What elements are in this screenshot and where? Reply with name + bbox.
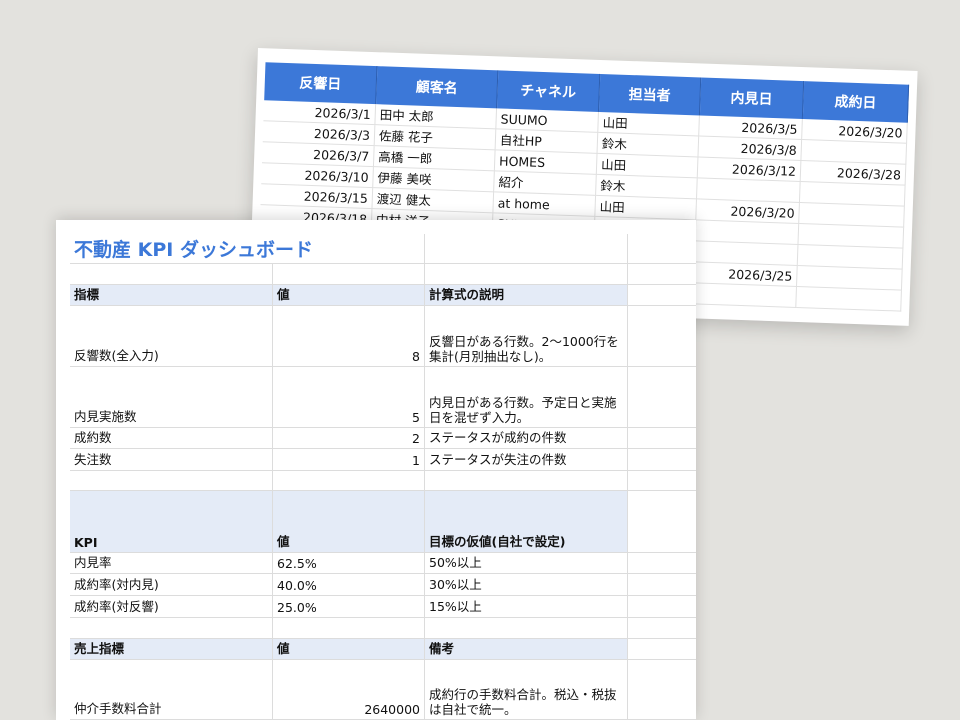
metric-value[interactable]: 5	[273, 367, 425, 428]
sales-value[interactable]: 2640000	[273, 660, 425, 720]
cell[interactable]	[628, 491, 696, 553]
section3-header-value[interactable]: 値	[273, 639, 425, 660]
cell[interactable]	[628, 596, 696, 618]
kpi-target[interactable]: 15%以上	[425, 596, 628, 618]
column-header-viewing-date[interactable]: 内見日	[699, 77, 805, 120]
column-header-channel[interactable]: チャネル	[497, 70, 601, 112]
column-header-contract-date[interactable]: 成約日	[802, 81, 910, 123]
metric-value[interactable]: 2	[273, 428, 425, 449]
column-header-customer-name[interactable]: 顧客名	[376, 66, 499, 109]
cell[interactable]	[628, 285, 696, 306]
sales-note[interactable]: 成約行の手数料合計。税込・税抜は自社で統一。	[425, 660, 628, 720]
column-header-response-date[interactable]: 反響日	[264, 62, 378, 105]
cell[interactable]	[425, 471, 628, 491]
section2-header-kpi[interactable]: KPI	[70, 491, 273, 553]
cell[interactable]	[628, 234, 696, 264]
section1-header-metric[interactable]: 指標	[70, 285, 273, 306]
sales-label[interactable]: 仲介手数料合計	[70, 660, 273, 720]
page-title[interactable]: 不動産 KPI ダッシュボード	[70, 234, 425, 264]
dashboard-sheet: 不動産 KPI ダッシュボード 指標 値 計算式の説明 反響数(全入力) 8 反…	[56, 220, 696, 720]
cell[interactable]	[70, 264, 273, 285]
kpi-label[interactable]: 内見率	[70, 553, 273, 574]
section3-header-sales[interactable]: 売上指標	[70, 639, 273, 660]
cell[interactable]	[273, 618, 425, 639]
metric-label[interactable]: 反響数(全入力)	[70, 306, 273, 367]
cell[interactable]	[425, 264, 628, 285]
kpi-value[interactable]: 25.0%	[273, 596, 425, 618]
kpi-label[interactable]: 成約率(対反響)	[70, 596, 273, 618]
metric-value[interactable]: 8	[273, 306, 425, 367]
kpi-target[interactable]: 30%以上	[425, 574, 628, 596]
cell[interactable]	[628, 264, 696, 285]
cell[interactable]	[628, 449, 696, 471]
section3-header-remarks[interactable]: 備考	[425, 639, 628, 660]
metric-label[interactable]: 失注数	[70, 449, 273, 471]
cell[interactable]	[628, 660, 696, 720]
cell[interactable]	[628, 639, 696, 660]
kpi-value[interactable]: 40.0%	[273, 574, 425, 596]
cell[interactable]	[273, 471, 425, 491]
metric-label[interactable]: 成約数	[70, 428, 273, 449]
metric-note[interactable]: 反響日がある行数。2〜1000行を集計(月別抽出なし)。	[425, 306, 628, 367]
section1-header-value[interactable]: 値	[273, 285, 425, 306]
cell[interactable]	[425, 234, 628, 264]
cell[interactable]	[628, 618, 696, 639]
lead-cell[interactable]	[796, 286, 902, 312]
section2-header-target[interactable]: 目標の仮値(自社で設定)	[425, 491, 628, 553]
dashboard-grid: 不動産 KPI ダッシュボード 指標 値 計算式の説明 反響数(全入力) 8 反…	[70, 234, 696, 720]
kpi-target[interactable]: 50%以上	[425, 553, 628, 574]
cell[interactable]	[628, 367, 696, 428]
cell[interactable]	[628, 553, 696, 574]
metric-value[interactable]: 1	[273, 449, 425, 471]
column-header-agent[interactable]: 担当者	[598, 73, 702, 116]
section2-header-value[interactable]: 値	[273, 491, 425, 553]
cell[interactable]	[273, 264, 425, 285]
cell[interactable]	[70, 618, 273, 639]
cell[interactable]	[628, 471, 696, 491]
cell[interactable]	[628, 428, 696, 449]
section1-header-formula[interactable]: 計算式の説明	[425, 285, 628, 306]
cell[interactable]	[628, 306, 696, 367]
metric-label[interactable]: 内見実施数	[70, 367, 273, 428]
kpi-label[interactable]: 成約率(対内見)	[70, 574, 273, 596]
lead-cell[interactable]	[693, 283, 797, 308]
kpi-value[interactable]: 62.5%	[273, 553, 425, 574]
cell[interactable]	[70, 471, 273, 491]
cell[interactable]	[628, 574, 696, 596]
metric-note[interactable]: ステータスが失注の件数	[425, 449, 628, 471]
metric-note[interactable]: ステータスが成約の件数	[425, 428, 628, 449]
cell[interactable]	[425, 618, 628, 639]
metric-note[interactable]: 内見日がある行数。予定日と実施日を混ぜず入力。	[425, 367, 628, 428]
